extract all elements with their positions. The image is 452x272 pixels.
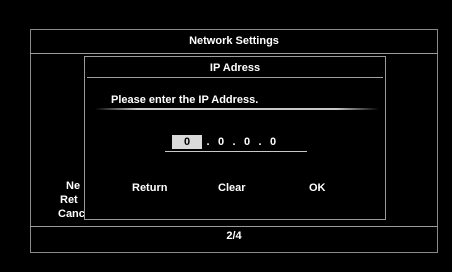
prompt-underline (95, 108, 379, 110)
ok-button[interactable]: OK (309, 181, 326, 195)
ip-prompt: Please enter the IP Address. (111, 94, 259, 106)
menu-item-return: Ret (60, 194, 78, 206)
ip-octet-1[interactable]: 0 (172, 135, 202, 149)
ip-address-input[interactable]: 0 . 0 . 0 . 0 (172, 134, 280, 150)
dialog-title-divider (87, 77, 383, 78)
ip-octet-4[interactable]: 0 (266, 136, 280, 148)
clear-button[interactable]: Clear (218, 181, 246, 195)
menu-item-network: Ne (66, 180, 81, 192)
ip-octet-3[interactable]: 0 (240, 136, 254, 148)
ip-separator: . (206, 136, 210, 148)
ip-separator: . (258, 136, 262, 148)
ip-input-underline (165, 151, 307, 152)
return-button[interactable]: Return (132, 181, 167, 195)
dialog-title: IP Adress (209, 62, 261, 74)
network-settings-title: Network Settings (189, 35, 279, 47)
title-divider (30, 53, 438, 54)
page-indicator: 2/4 (226, 230, 242, 242)
ip-octet-2[interactable]: 0 (214, 136, 228, 148)
ip-separator: . (232, 136, 236, 148)
ip-address-dialog: IP Adress Please enter the IP Address. 0… (84, 56, 386, 220)
